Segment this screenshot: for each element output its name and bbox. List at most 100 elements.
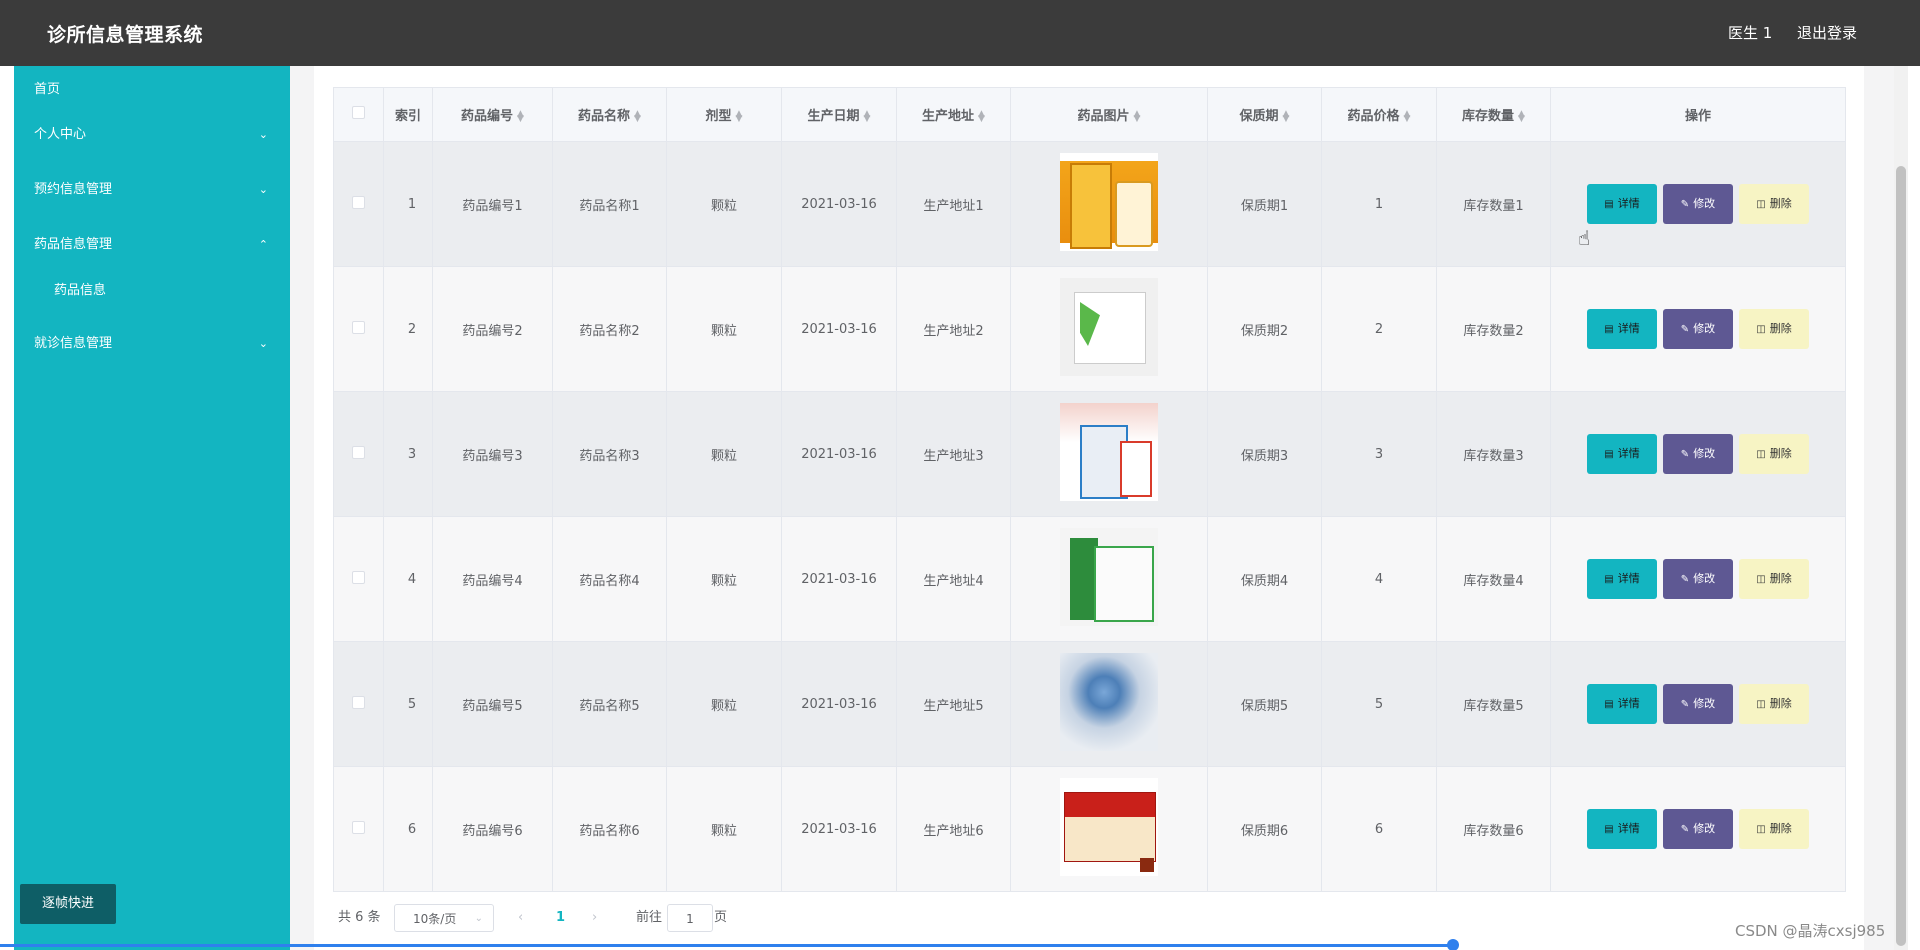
pencil-icon: ✎ [1680, 199, 1690, 210]
trash-icon: ◫ [1756, 449, 1766, 460]
column-header-form[interactable]: 剂型 ▲ ▼ [666, 87, 782, 142]
pagination-total: 共 6 条 [338, 910, 381, 925]
delete-button[interactable]: ◫ 删除 [1739, 559, 1809, 599]
cell-form: 颗粒 [666, 516, 782, 642]
left-edge [0, 66, 14, 950]
column-header-code[interactable]: 药品编号 ▲ ▼ [432, 87, 553, 142]
chevron-down-icon: ⌄ [258, 183, 268, 196]
column-header-price[interactable]: 药品价格 ▲ ▼ [1321, 87, 1437, 142]
row-checkbox[interactable] [352, 695, 365, 709]
video-progress-knob[interactable] [1447, 939, 1459, 950]
sidebar-item-label: 个人中心 [34, 127, 87, 142]
column-header-stock[interactable]: 库存数量 ▲ ▼ [1436, 87, 1551, 142]
frame-forward-button[interactable]: 逐帧快进 [20, 884, 116, 924]
goto-label: 前往 [636, 910, 663, 925]
sidebar-item-drug-management[interactable]: 药品信息管理 ⌃ [14, 225, 290, 265]
next-page-button[interactable]: › [592, 904, 597, 932]
page-number-current[interactable]: 1 [556, 904, 565, 932]
sort-icon[interactable]: ▲ ▼ [634, 109, 641, 123]
scrollbar-thumb[interactable] [1896, 166, 1906, 946]
cell-stock: 库存数量6 [1436, 766, 1551, 892]
edit-button[interactable]: ✎ 修改 [1663, 309, 1733, 349]
detail-button[interactable]: ▤ 详情 [1587, 184, 1657, 224]
delete-button[interactable]: ◫ 删除 [1739, 184, 1809, 224]
cell-index: 4 [383, 516, 433, 642]
column-header-index: 索引 [383, 87, 433, 142]
drug-image[interactable] [1060, 528, 1158, 626]
edit-button[interactable]: ✎ 修改 [1663, 559, 1733, 599]
video-progress-bar[interactable] [0, 944, 1455, 947]
sort-icon[interactable]: ▲ ▼ [517, 109, 524, 123]
cell-date: 2021-03-16 [781, 766, 897, 892]
sidebar-item-drug-info[interactable]: 药品信息 [14, 271, 290, 311]
page-size-select[interactable]: 10条/页 ⌄ [394, 904, 494, 932]
select-all-checkbox[interactable] [352, 106, 365, 119]
logout-link[interactable]: 退出登录 [1797, 22, 1857, 43]
drug-image[interactable] [1060, 153, 1158, 251]
column-header-address[interactable]: 生产地址 ▲ ▼ [896, 87, 1011, 142]
cell-shelf-life: 保质期3 [1207, 391, 1322, 517]
drug-image[interactable] [1060, 778, 1158, 876]
pencil-icon: ✎ [1680, 824, 1690, 835]
edit-button[interactable]: ✎ 修改 [1663, 184, 1733, 224]
sort-icon[interactable]: ▲ ▼ [1518, 109, 1525, 123]
select-all-header[interactable] [333, 87, 384, 142]
page-scrollbar[interactable] [1894, 66, 1908, 950]
cell-price: 5 [1321, 641, 1437, 767]
sort-icon[interactable]: ▲ ▼ [864, 109, 871, 123]
column-header-date[interactable]: 生产日期 ▲ ▼ [781, 87, 897, 142]
sidebar-item-appointment-management[interactable]: 预约信息管理 ⌄ [14, 170, 290, 210]
delete-button[interactable]: ◫ 删除 [1739, 434, 1809, 474]
detail-button[interactable]: ▤ 详情 [1587, 309, 1657, 349]
column-header-name[interactable]: 药品名称 ▲ ▼ [552, 87, 667, 142]
column-header-shelf-life[interactable]: 保质期 ▲ ▼ [1207, 87, 1322, 142]
delete-button[interactable]: ◫ 删除 [1739, 684, 1809, 724]
column-header-image[interactable]: 药品图片 ▲ ▼ [1010, 87, 1208, 142]
cell-form: 颗粒 [666, 766, 782, 892]
delete-button[interactable]: ◫ 删除 [1739, 309, 1809, 349]
sidebar-item-visit-management[interactable]: 就诊信息管理 ⌄ [14, 324, 290, 364]
sidebar-item-personal-center[interactable]: 个人中心 ⌄ [14, 115, 290, 155]
edit-button[interactable]: ✎ 修改 [1663, 434, 1733, 474]
cell-address: 生产地址4 [896, 516, 1011, 642]
drug-image[interactable] [1060, 403, 1158, 501]
trash-icon: ◫ [1756, 824, 1766, 835]
cell-address: 生产地址6 [896, 766, 1011, 892]
sort-icon[interactable]: ▲ ▼ [978, 109, 985, 123]
chevron-down-icon: ⌄ [258, 337, 268, 350]
sidebar-item-label: 就诊信息管理 [34, 336, 113, 351]
drug-image[interactable] [1060, 278, 1158, 376]
detail-button[interactable]: ▤ 详情 [1587, 809, 1657, 849]
trash-icon: ◫ [1756, 199, 1766, 210]
sort-icon[interactable]: ▲ ▼ [1404, 109, 1411, 123]
cell-stock: 库存数量3 [1436, 391, 1551, 517]
delete-button[interactable]: ◫ 删除 [1739, 809, 1809, 849]
cell-shelf-life: 保质期2 [1207, 266, 1322, 392]
detail-button[interactable]: ▤ 详情 [1587, 559, 1657, 599]
edit-button[interactable]: ✎ 修改 [1663, 809, 1733, 849]
pencil-icon: ✎ [1680, 324, 1690, 335]
edit-button[interactable]: ✎ 修改 [1663, 684, 1733, 724]
current-user[interactable]: 医生 1 [1728, 22, 1772, 43]
cell-index: 5 [383, 641, 433, 767]
cell-image [1010, 641, 1208, 767]
cell-actions: ▤ 详情 ✎ 修改 ◫ 删除 [1550, 391, 1846, 517]
cell-actions: ▤ 详情 ✎ 修改 ◫ 删除 [1550, 641, 1846, 767]
cell-code: 药品编号6 [432, 766, 553, 892]
sort-icon[interactable]: ▲ ▼ [736, 109, 743, 123]
cell-date: 2021-03-16 [781, 641, 897, 767]
row-checkbox[interactable] [352, 570, 365, 584]
sort-icon[interactable]: ▲ ▼ [1134, 109, 1141, 123]
document-icon: ▤ [1604, 824, 1614, 835]
row-checkbox[interactable] [352, 820, 365, 834]
sort-icon[interactable]: ▲ ▼ [1283, 109, 1290, 123]
goto-page-input[interactable]: 1 [667, 904, 713, 932]
row-checkbox[interactable] [352, 195, 365, 209]
row-checkbox[interactable] [352, 320, 365, 334]
row-checkbox[interactable] [352, 445, 365, 459]
prev-page-button[interactable]: ‹ [518, 904, 523, 932]
sidebar-item-home[interactable]: 首页 [14, 70, 290, 110]
detail-button[interactable]: ▤ 详情 [1587, 684, 1657, 724]
detail-button[interactable]: ▤ 详情 [1587, 434, 1657, 474]
drug-image[interactable] [1060, 653, 1158, 751]
